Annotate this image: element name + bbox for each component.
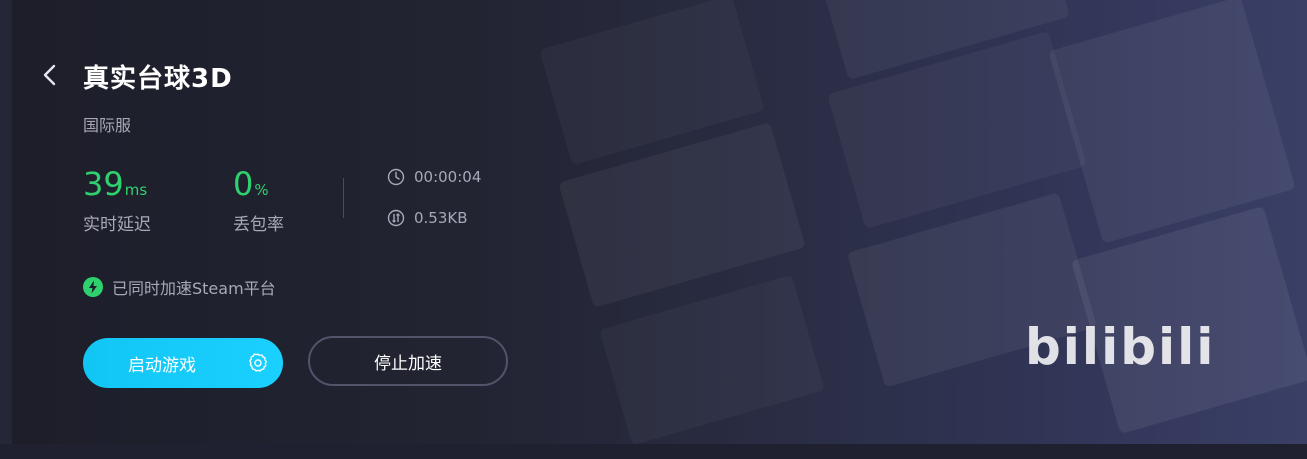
background-game-tile: [599, 275, 824, 444]
game-title: 真实台球3D: [83, 64, 233, 94]
chevron-left-icon: [43, 64, 56, 86]
packet-loss-reading: 0%: [233, 168, 284, 200]
traffic-value: 0.53KB: [414, 209, 468, 227]
latency-unit: ms: [124, 181, 148, 199]
bottom-edge: [0, 444, 1307, 459]
latency-stat: 39ms 实时延迟: [83, 168, 151, 235]
traffic-icon: [387, 209, 405, 227]
launch-game-label: 启动游戏: [128, 355, 196, 376]
bolt-icon: [83, 277, 103, 297]
elapsed-time: 00:00:04: [387, 168, 481, 186]
latency-value: 39: [83, 165, 124, 203]
stop-acceleration-button[interactable]: 停止加速: [308, 336, 508, 386]
traffic-usage: 0.53KB: [387, 209, 468, 227]
launch-game-button[interactable]: 启动游戏: [83, 338, 283, 388]
back-button[interactable]: [38, 60, 62, 90]
elapsed-time-value: 00:00:04: [414, 168, 482, 186]
packet-loss-label: 丢包率: [233, 215, 284, 235]
gear-icon[interactable]: [247, 352, 269, 374]
clock-icon: [387, 168, 405, 186]
latency-label: 实时延迟: [83, 215, 151, 235]
packet-loss-value: 0: [233, 165, 254, 203]
watermark: bilibili: [1025, 318, 1216, 376]
left-edge: [0, 0, 12, 444]
steam-notice-text: 已同时加速Steam平台: [112, 279, 276, 298]
steam-acceleration-notice: 已同时加速Steam平台: [83, 275, 276, 299]
stats-divider: [343, 178, 344, 218]
packet-loss-unit: %: [254, 181, 269, 199]
packet-loss-stat: 0% 丢包率: [233, 168, 284, 235]
latency-reading: 39ms: [83, 168, 151, 200]
server-region: 国际服: [83, 116, 132, 135]
